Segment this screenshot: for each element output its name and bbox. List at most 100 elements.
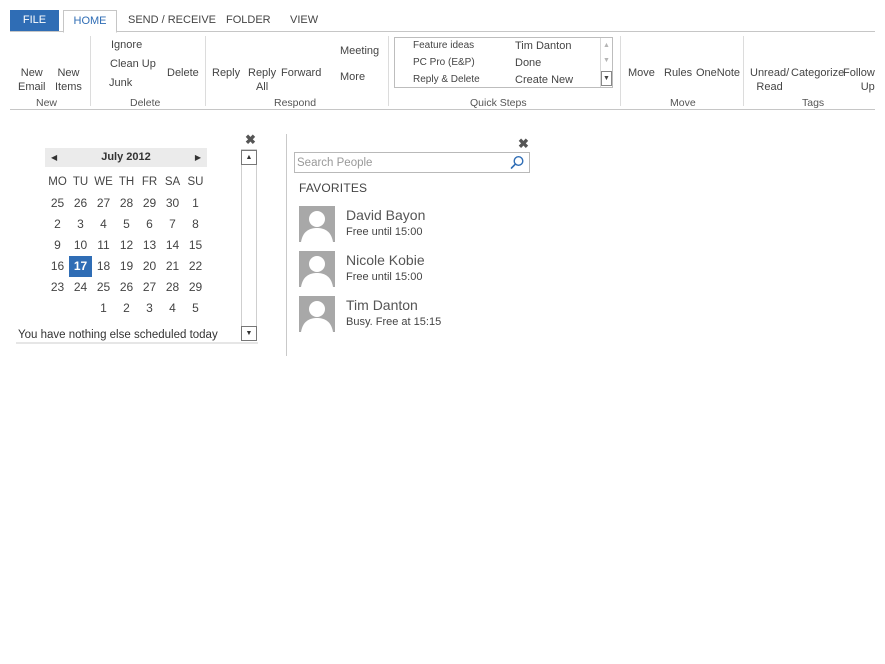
close-people-icon[interactable]: ✖ <box>518 137 529 150</box>
calendar-day[interactable]: 25 <box>46 193 69 214</box>
categorize-button[interactable]: Categorize <box>791 66 844 80</box>
calendar-day[interactable]: 15 <box>184 235 207 256</box>
calendar-day[interactable]: 8 <box>184 214 207 235</box>
forward-button[interactable]: Forward <box>281 66 321 80</box>
unread-read-button[interactable]: Unread/ Read <box>750 66 789 94</box>
calendar-day[interactable]: 29 <box>184 277 207 298</box>
quick-step-done[interactable]: Done <box>515 57 541 69</box>
calendar-day[interactable]: 12 <box>115 235 138 256</box>
new-items-label-line2: Items <box>55 81 82 93</box>
tab-folder[interactable]: FOLDER <box>226 10 271 31</box>
calendar-day[interactable]: 4 <box>92 214 115 235</box>
ignore-button[interactable]: Ignore <box>111 38 142 52</box>
search-icon[interactable] <box>510 155 525 170</box>
calendar-day[interactable]: 7 <box>161 214 184 235</box>
follow-up-button[interactable]: Follow Up <box>843 66 875 94</box>
weekday-label: WE <box>94 176 113 188</box>
prev-month-icon[interactable]: ◀ <box>51 148 57 167</box>
calendar-day[interactable]: 11 <box>92 235 115 256</box>
new-email-label-line2: Email <box>18 81 46 93</box>
meeting-button[interactable]: Meeting <box>340 44 379 58</box>
scroll-down-icon[interactable]: ▼ <box>241 326 257 341</box>
tab-file[interactable]: FILE <box>10 10 59 31</box>
move-button[interactable]: Move <box>628 66 655 80</box>
calendar-day[interactable]: 16 <box>46 256 69 277</box>
group-separator <box>620 36 621 106</box>
calendar-day[interactable]: 9 <box>46 235 69 256</box>
calendar-day[interactable]: 24 <box>69 277 92 298</box>
calendar-day[interactable]: 27 <box>138 277 161 298</box>
reply-button[interactable]: Reply <box>212 66 240 80</box>
quick-step-tim-danton[interactable]: Tim Danton <box>515 40 571 52</box>
calendar-day[interactable]: 3 <box>69 214 92 235</box>
scroll-down-icon[interactable]: ▼ <box>601 53 612 68</box>
calendar-day[interactable]: 20 <box>138 256 161 277</box>
calendar-day[interactable]: 1 <box>184 193 207 214</box>
next-month-icon[interactable]: ▶ <box>195 148 201 167</box>
group-label-quick-steps: Quick Steps <box>470 97 527 109</box>
tab-home[interactable]: HOME <box>63 10 117 33</box>
calendar-day[interactable]: 3 <box>138 298 161 319</box>
calendar-day-selected[interactable]: 17 <box>69 256 92 277</box>
calendar-day[interactable]: 10 <box>69 235 92 256</box>
reply-all-label-line2: All <box>255 81 269 93</box>
quick-step-reply-delete[interactable]: Reply & Delete <box>413 74 480 85</box>
calendar-day[interactable]: 27 <box>92 193 115 214</box>
calendar-day[interactable]: 21 <box>161 256 184 277</box>
tab-view[interactable]: VIEW <box>290 10 318 31</box>
reply-all-button[interactable]: Reply All <box>248 66 276 94</box>
new-email-button[interactable]: New Email <box>18 66 46 94</box>
calendar-day[interactable]: 4 <box>161 298 184 319</box>
weekday-label: SA <box>164 176 181 188</box>
quick-step-pc-pro[interactable]: PC Pro (E&P) <box>413 57 475 68</box>
calendar-day[interactable]: 28 <box>161 277 184 298</box>
follow-up-label-line1: Follow <box>843 67 875 79</box>
onenote-button[interactable]: OneNote <box>696 66 740 80</box>
calendar-day[interactable]: 29 <box>138 193 161 214</box>
delete-button[interactable]: Delete <box>167 66 199 80</box>
calendar-day[interactable]: 14 <box>161 235 184 256</box>
favorite-person[interactable]: Tim Danton Busy. Free at 15:15 <box>299 296 539 334</box>
calendar-day[interactable]: 26 <box>115 277 138 298</box>
calendar-day[interactable]: 13 <box>138 235 161 256</box>
clean-up-button[interactable]: Clean Up <box>110 57 156 71</box>
new-items-button[interactable]: New Items <box>55 66 82 94</box>
expand-gallery-icon[interactable]: ▼ <box>601 71 612 86</box>
tab-send-receive[interactable]: SEND / RECEIVE <box>128 10 216 31</box>
person-silhouette-icon <box>301 256 333 287</box>
scroll-up-icon[interactable]: ▲ <box>241 150 257 165</box>
close-calendar-icon[interactable]: ✖ <box>245 133 256 146</box>
calendar-week-row: 25 26 27 28 29 30 1 <box>46 193 212 214</box>
person-silhouette-icon <box>301 301 333 332</box>
calendar-day[interactable]: 19 <box>115 256 138 277</box>
group-separator <box>205 36 206 106</box>
ribbon: New Email New Items New Ignore Clean Up … <box>10 32 875 110</box>
calendar-day[interactable]: 6 <box>138 214 161 235</box>
calendar-day[interactable]: 23 <box>46 277 69 298</box>
scroll-up-icon[interactable]: ▲ <box>601 38 612 53</box>
calendar-day[interactable]: 25 <box>92 277 115 298</box>
calendar-day[interactable]: 2 <box>46 214 69 235</box>
more-respond-button[interactable]: More <box>340 70 365 84</box>
calendar-day[interactable]: 18 <box>92 256 115 277</box>
calendar-day[interactable]: 5 <box>184 298 207 319</box>
quick-step-feature-ideas[interactable]: Feature ideas <box>413 40 474 51</box>
calendar-scrollbar[interactable]: ▲ ▼ <box>241 149 257 341</box>
calendar-status-text: You have nothing else scheduled today <box>18 329 218 341</box>
calendar-day[interactable]: 5 <box>115 214 138 235</box>
person-name: David Bayon <box>346 207 426 223</box>
favorite-person[interactable]: Nicole Kobie Free until 15:00 <box>299 251 539 289</box>
favorite-person[interactable]: David Bayon Free until 15:00 <box>299 206 539 244</box>
calendar-day[interactable]: 1 <box>92 298 115 319</box>
calendar-day[interactable]: 30 <box>161 193 184 214</box>
calendar-day[interactable]: 28 <box>115 193 138 214</box>
quick-step-create-new[interactable]: Create New <box>515 74 573 86</box>
calendar-day[interactable]: 22 <box>184 256 207 277</box>
junk-button[interactable]: Junk <box>109 76 132 90</box>
group-separator <box>90 36 91 106</box>
search-people-input[interactable] <box>297 154 502 171</box>
calendar-day[interactable]: 2 <box>115 298 138 319</box>
calendar-day[interactable]: 26 <box>69 193 92 214</box>
rules-button[interactable]: Rules <box>664 66 692 80</box>
unread-read-label-line1: Unread/ <box>750 67 790 79</box>
